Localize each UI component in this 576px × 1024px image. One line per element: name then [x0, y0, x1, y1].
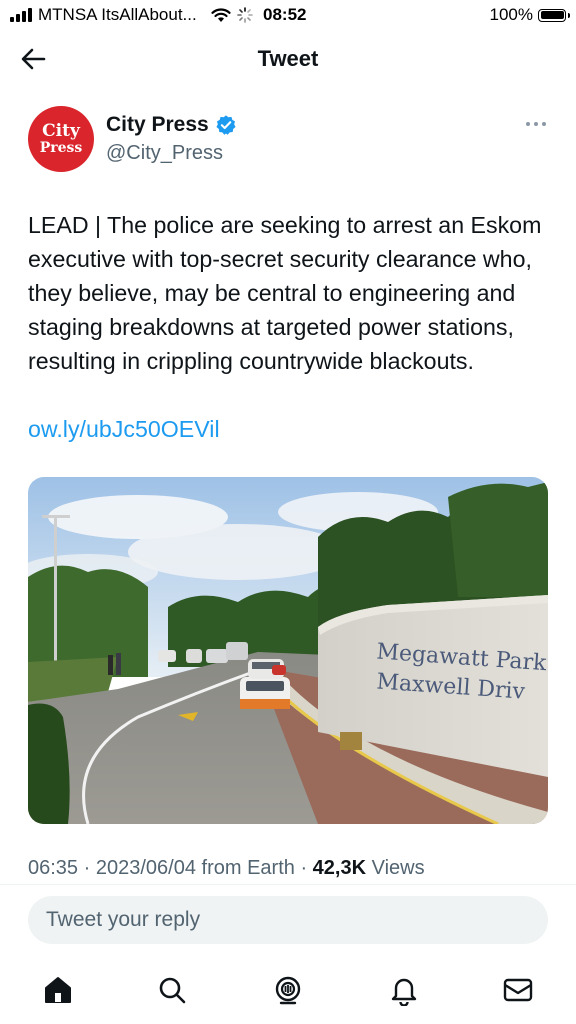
more-options-button[interactable] [524, 116, 548, 132]
tab-messages[interactable] [500, 972, 536, 1008]
messages-icon [503, 978, 533, 1002]
author-handle[interactable]: @City_Press [106, 142, 223, 165]
battery-icon [538, 8, 570, 22]
tweet-source: from Earth [201, 857, 295, 879]
tweet-date: 2023/06/04 [95, 857, 196, 879]
tab-notifications[interactable] [386, 972, 422, 1008]
author-name: City Press [106, 113, 209, 136]
author-name-row[interactable]: City Press [106, 113, 237, 137]
avatar[interactable]: City Press [28, 106, 94, 172]
status-right: 100% [489, 5, 570, 25]
signal-icon [10, 8, 32, 22]
tab-search[interactable] [154, 972, 190, 1008]
status-left: MTNSA ItsAllAbout... [10, 5, 253, 25]
status-time: 08:52 [263, 5, 307, 24]
wifi-icon [211, 7, 231, 22]
activity-spinner-icon [236, 7, 253, 23]
battery-percent: 100% [489, 5, 533, 24]
home-icon [45, 977, 71, 1003]
carrier-name: MTNSA ItsAllAbout... [38, 5, 197, 24]
tweet-text: LEAD | The police are seeking to arrest … [28, 212, 542, 374]
tab-spaces[interactable] [270, 972, 306, 1008]
notifications-icon [391, 978, 417, 1006]
meta-separator: · [300, 857, 313, 879]
tweet-image[interactable]: Megawatt Park Maxwell Driv [28, 477, 548, 824]
verified-badge-icon [216, 115, 236, 135]
spaces-icon [275, 976, 301, 1005]
views-count[interactable]: 42,3K [313, 857, 366, 879]
divider [0, 884, 576, 885]
search-icon [159, 977, 186, 1004]
tweet-photo-illustration: Megawatt Park Maxwell Driv [28, 477, 548, 824]
meta-separator: · [83, 857, 96, 879]
tweet-time: 06:35 [28, 857, 79, 879]
tweet-link[interactable]: ow.ly/ubJc50OEVil [28, 412, 220, 446]
tab-home[interactable] [40, 972, 76, 1008]
nav-header: Tweet [0, 34, 576, 84]
tab-bar [0, 960, 576, 1024]
tweet-meta: 06:35 · 2023/06/04 from Earth · 42,3K Vi… [28, 857, 425, 880]
status-bar: MTNSA ItsAllAbout... 08:52 100% [0, 0, 576, 32]
more-dots-icon [526, 122, 546, 126]
page-title: Tweet [257, 46, 319, 71]
reply-input[interactable]: Tweet your reply [28, 896, 548, 944]
views-label: Views [371, 857, 425, 879]
avatar-logo-line1: City [42, 121, 80, 141]
avatar-logo-line2: Press [39, 140, 83, 156]
